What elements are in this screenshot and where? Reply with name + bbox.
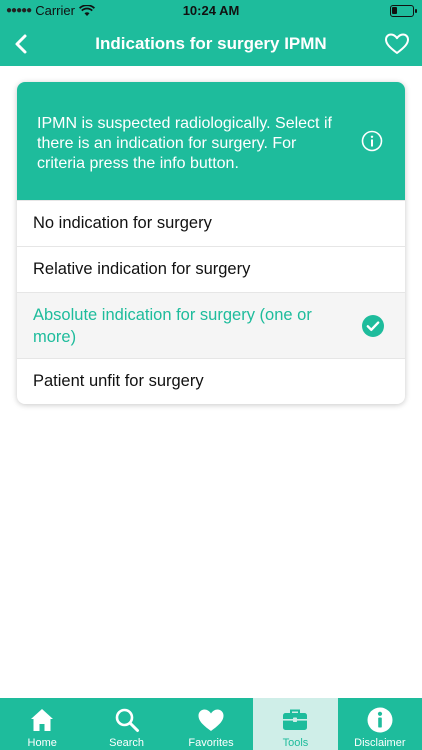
card-header: IPMN is suspected radiologically. Select… (17, 82, 405, 200)
home-icon (31, 709, 54, 731)
tab-label: Home (27, 737, 57, 749)
info-icon[interactable] (361, 130, 383, 152)
page-title: Indications for surgery IPMN (95, 34, 327, 53)
option-no-indication[interactable]: No indication for surgery (17, 200, 405, 246)
tab-label: Tools (282, 737, 309, 749)
favorite-heart-icon[interactable] (384, 31, 410, 57)
option-label: No indication for surgery (33, 214, 212, 232)
navigation-bar: Indications for surgery IPMN (0, 22, 422, 66)
heart-icon (198, 709, 224, 731)
toolbox-icon (283, 709, 308, 730)
option-absolute-indication[interactable]: Absolute indication for surgery (one or … (17, 292, 405, 358)
search-icon (115, 708, 139, 732)
screen: ●●●●● Carrier 10:24 AM Indications for s… (0, 0, 422, 750)
tab-search[interactable]: Search (84, 698, 168, 750)
tab-favorites[interactable]: Favorites (169, 698, 253, 750)
tab-tools[interactable]: Tools (253, 698, 338, 750)
tab-label: Search (109, 737, 145, 749)
option-label: Absolute indication for surgery (one or … (33, 305, 312, 346)
battery-icon (390, 5, 417, 17)
option-label: Patient unfit for surgery (33, 372, 204, 390)
clock: 10:24 AM (182, 3, 240, 18)
option-patient-unfit[interactable]: Patient unfit for surgery (17, 358, 405, 404)
selection-card: IPMN is suspected radiologically. Select… (17, 82, 405, 404)
tab-label: Disclaimer (354, 737, 406, 749)
tab-disclaimer[interactable]: Disclaimer (338, 698, 422, 750)
option-label: Relative indication for surgery (33, 260, 251, 278)
tab-home[interactable]: Home (0, 698, 84, 750)
tab-bar: Home Search Favorites Tools Disclaimer (0, 698, 422, 750)
info-icon (367, 707, 393, 733)
checkmark-icon (362, 315, 384, 337)
status-bar: ●●●●● Carrier 10:24 AM (0, 0, 422, 22)
option-relative-indication[interactable]: Relative indication for surgery (17, 246, 405, 292)
card-description: IPMN is suspected radiologically. Select… (37, 115, 332, 172)
tab-label: Favorites (188, 737, 234, 749)
